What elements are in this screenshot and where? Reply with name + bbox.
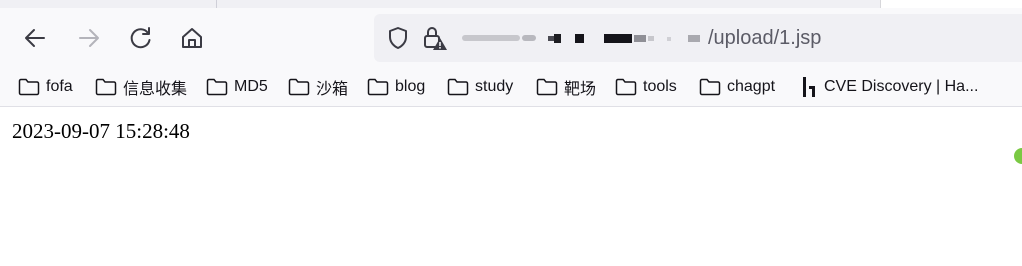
folder-icon [615,78,637,96]
bookmark-label: tools [643,78,677,95]
folder-icon [536,78,558,96]
folder-icon [18,78,40,96]
reload-button[interactable] [126,23,156,53]
home-button[interactable] [177,23,207,53]
back-arrow-icon [25,29,45,47]
address-bar[interactable]: /upload/1.jsp [374,14,1022,62]
bookmark-info-collection[interactable]: 信息收集 [95,68,187,106]
folder-icon [367,78,389,96]
tab-separator [216,0,217,8]
hackerone-logo-icon [803,77,815,97]
shield-icon[interactable] [386,26,410,50]
bookmark-label: CVE Discovery | Ha... [824,78,979,95]
url-path: /upload/1.jsp [708,27,822,49]
bookmark-label: fofa [46,78,73,95]
tab-strip [0,0,1022,8]
bookmark-label: 沙箱 [316,81,349,98]
page-timestamp: 2023-09-07 15:28:48 [12,119,190,143]
lock-warning-icon[interactable] [422,25,448,51]
bookmark-label: 信息收集 [123,81,188,98]
folder-icon [447,78,469,96]
home-icon [182,28,202,48]
bookmark-blog[interactable]: blog [367,68,425,106]
bookmark-label: blog [395,78,426,95]
bookmark-cve-discovery[interactable]: CVE Discovery | Ha... [802,68,978,106]
active-tab-edge[interactable] [880,0,1022,8]
bookmark-label: 靶场 [564,81,597,98]
bookmark-range[interactable]: 靶场 [536,68,596,106]
bookmark-sandbox[interactable]: 沙箱 [288,68,348,106]
forward-button[interactable] [74,23,104,53]
bookmark-fofa[interactable]: fofa [18,68,73,106]
bookmark-chagpt[interactable]: chagpt [699,68,775,106]
folder-icon [699,78,721,96]
forward-arrow-icon [79,29,99,47]
reload-icon [130,27,151,49]
overflow-extension-icon[interactable] [1014,148,1022,164]
bookmark-md5[interactable]: MD5 [206,68,268,106]
folder-icon [95,78,117,96]
bookmarks-toolbar: fofa 信息收集 MD5 沙箱 blog study 靶场 tools cha… [0,68,1022,164]
navigation-toolbar: /upload/1.jsp [0,8,1022,68]
folder-icon [206,78,228,96]
redacted-url-host [462,34,700,43]
bookmark-label: MD5 [234,78,268,95]
bookmark-label: chagpt [727,78,776,95]
bookmark-study[interactable]: study [447,68,513,106]
back-button[interactable] [20,23,50,53]
bookmark-tools[interactable]: tools [615,68,677,106]
bookmark-label: study [475,78,514,95]
folder-icon [288,78,310,96]
